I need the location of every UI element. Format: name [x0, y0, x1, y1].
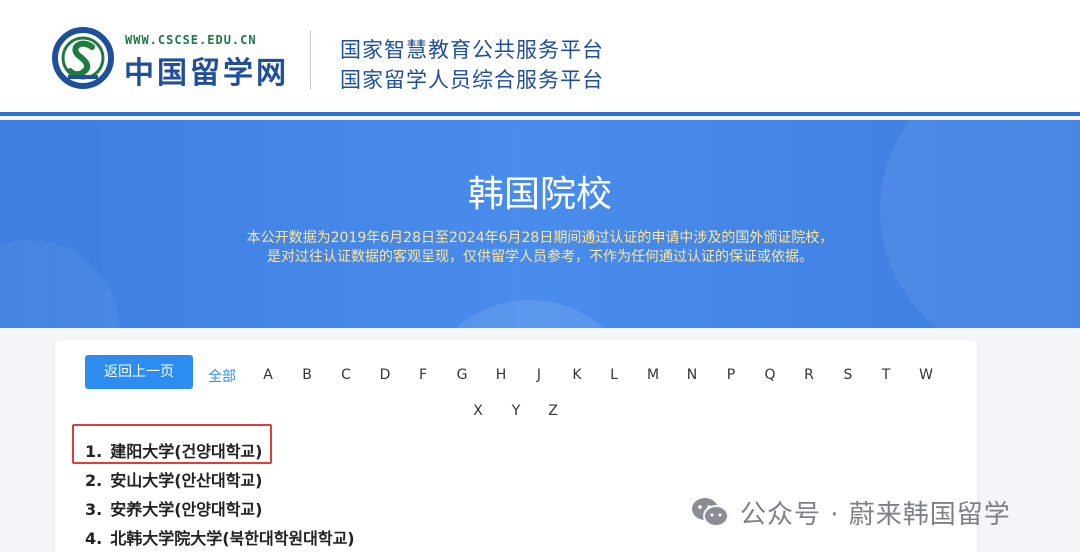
filter-letter-p[interactable]: P — [721, 367, 741, 383]
filter-letter-t[interactable]: T — [876, 367, 896, 383]
school-name: 安养大学(안양대학교) — [110, 500, 263, 519]
filter-letter-q[interactable]: Q — [760, 367, 780, 383]
filter-letter-m[interactable]: M — [643, 367, 663, 383]
school-list-item[interactable]: 2. 安山大学(안산대학교) — [85, 467, 262, 491]
filter-letter-b[interactable]: B — [297, 367, 317, 383]
school-name: 建阳大学(건양대학교) — [110, 442, 263, 461]
header-divider — [310, 30, 311, 90]
page-title: 韩国院校 — [467, 174, 612, 215]
filter-all[interactable]: 全部 — [205, 366, 239, 386]
banner-description-line-2: 是对过往认证数据的客观呈现，仅供留学人员参考，不作为任何通过认证的保证或依据。 — [267, 249, 813, 265]
filter-letter-j[interactable]: J — [529, 367, 549, 383]
platform-title-1[interactable]: 国家智慧教育公共服务平台 — [340, 34, 604, 64]
platform-title-2[interactable]: 国家留学人员综合服务平台 — [340, 64, 604, 94]
site-header: WWW.CSCSE.EDU.CN 中国留学网 国家智慧教育公共服务平台 国家留学… — [0, 0, 1080, 116]
school-number: 2. — [85, 471, 103, 490]
filter-letter-g[interactable]: G — [452, 367, 472, 383]
banner-decoration — [880, 120, 1080, 328]
filter-letter-r[interactable]: R — [799, 367, 819, 383]
filter-letter-h[interactable]: H — [491, 367, 511, 383]
filter-letter-c[interactable]: C — [336, 367, 356, 383]
filter-letter-f[interactable]: F — [413, 367, 433, 383]
filter-letter-a[interactable]: A — [258, 367, 278, 383]
logo-name-text: 中国留学网 — [124, 56, 289, 91]
filter-letter-w[interactable]: W — [916, 367, 936, 383]
back-button[interactable]: 返回上一页 — [85, 355, 193, 389]
banner-decoration — [420, 300, 640, 328]
filter-letter-s[interactable]: S — [838, 367, 858, 383]
school-list-item[interactable]: 1. 建阳大学(건양대학교) — [85, 438, 262, 462]
filter-letter-l[interactable]: L — [604, 367, 624, 383]
wechat-icon — [692, 498, 729, 527]
banner-description-line-1: 本公开数据为2019年6月28日至2024年6月28日期间通过认证的申请中涉及的… — [246, 230, 834, 246]
logo-url-text: WWW.CSCSE.EDU.CN — [125, 33, 257, 47]
wechat-watermark: 公众号 · 蔚来韩国留学 — [690, 492, 1011, 532]
page-banner: 韩国院校 本公开数据为2019年6月28日至2024年6月28日期间通过认证的申… — [0, 120, 1080, 328]
school-name: 安山大学(안산대학교) — [110, 471, 263, 490]
filter-letter-k[interactable]: K — [567, 367, 587, 383]
school-number: 3. — [85, 500, 103, 519]
filter-letter-z[interactable]: Z — [543, 403, 563, 419]
filter-letter-x[interactable]: X — [468, 403, 488, 419]
filter-letter-d[interactable]: D — [375, 367, 395, 383]
school-list-item[interactable]: 4. 北韩大学院大学(북한대학원대학교) — [85, 525, 355, 549]
school-list-item[interactable]: 3. 安养大学(안양대학교) — [85, 496, 262, 520]
school-number: 1. — [85, 442, 103, 461]
school-name: 北韩大学院大学(북한대학원대학교) — [110, 529, 355, 548]
filter-letter-n[interactable]: N — [682, 367, 702, 383]
school-number: 4. — [85, 529, 103, 548]
watermark-text: 公众号 · 蔚来韩国留学 — [740, 499, 1011, 530]
filter-letter-y[interactable]: Y — [506, 403, 526, 419]
cscse-logo-icon[interactable] — [52, 27, 114, 89]
